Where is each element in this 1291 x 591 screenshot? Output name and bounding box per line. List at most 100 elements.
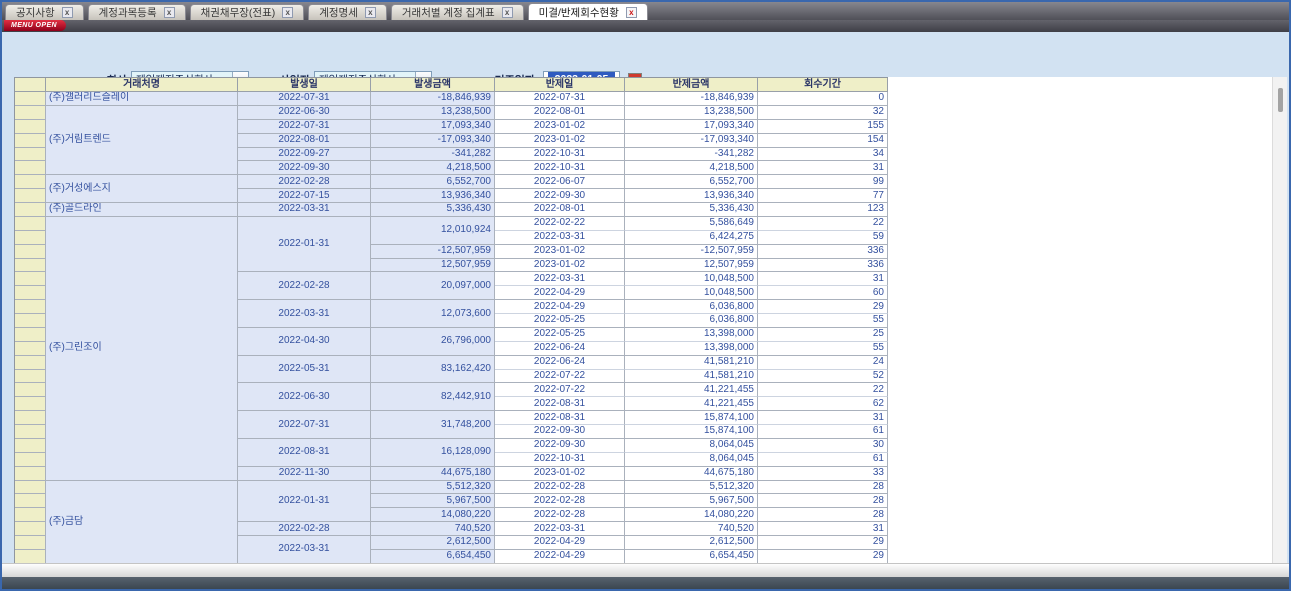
row-selector[interactable] [15,508,46,522]
cell-repay-amount[interactable]: 5,586,649 [625,217,758,231]
cell-issue-date[interactable]: 2022-01-31 [238,217,371,273]
cell-repay-amount[interactable]: 41,581,210 [625,370,758,384]
cell-repay-amount[interactable]: 6,654,450 [625,550,758,563]
cell-repay-date[interactable]: 2022-04-29 [495,300,625,314]
cell-issue-date[interactable]: 2022-06-30 [238,383,371,411]
cell-collection-days[interactable]: 28 [758,481,888,495]
row-selector[interactable] [15,453,46,467]
cell-issue-date[interactable]: 2022-06-30 [238,106,371,120]
cell-repay-date[interactable]: 2023-01-02 [495,259,625,273]
cell-repay-date[interactable]: 2023-01-02 [495,467,625,481]
cell-issue-amount[interactable]: 13,238,500 [371,106,495,120]
row-selector[interactable] [15,328,46,342]
cell-issue-date[interactable]: 2022-07-31 [238,411,371,439]
cell-issue-date[interactable]: 2022-09-30 [238,161,371,175]
cell-repay-amount[interactable]: -18,846,939 [625,92,758,106]
tab-5[interactable]: 거래처별 계정 집계표x [391,4,524,20]
cell-issue-amount[interactable]: 4,218,500 [371,161,495,175]
row-selector[interactable] [15,203,46,217]
cell-repay-amount[interactable]: 6,552,700 [625,175,758,189]
cell-customer[interactable]: (주)갤러리드슬레이 [46,92,238,106]
row-selector[interactable] [15,536,46,550]
cell-repay-date[interactable]: 2022-09-30 [495,425,625,439]
cell-repay-date[interactable]: 2022-08-31 [495,397,625,411]
cell-issue-amount[interactable]: -18,846,939 [371,92,495,106]
row-selector[interactable] [15,286,46,300]
row-selector[interactable] [15,189,46,203]
cell-repay-amount[interactable]: -341,282 [625,148,758,162]
cell-customer[interactable]: (주)금담 [46,481,238,564]
cell-repay-date[interactable]: 2022-06-07 [495,175,625,189]
cell-collection-days[interactable]: 31 [758,272,888,286]
tab-close-icon[interactable]: x [626,7,637,18]
cell-collection-days[interactable]: 336 [758,245,888,259]
cell-collection-days[interactable]: 61 [758,425,888,439]
cell-repay-amount[interactable]: 5,512,320 [625,481,758,495]
cell-repay-amount[interactable]: 13,936,340 [625,189,758,203]
cell-collection-days[interactable]: 77 [758,189,888,203]
cell-repay-amount[interactable]: 13,398,000 [625,342,758,356]
cell-collection-days[interactable]: 123 [758,203,888,217]
cell-issue-amount[interactable]: 13,936,340 [371,189,495,203]
row-selector[interactable] [15,245,46,259]
row-selector[interactable] [15,92,46,106]
row-selector[interactable] [15,370,46,384]
cell-repay-amount[interactable]: 15,874,100 [625,411,758,425]
row-selector[interactable] [15,259,46,273]
cell-repay-date[interactable]: 2022-02-28 [495,508,625,522]
cell-repay-amount[interactable]: 8,064,045 [625,439,758,453]
cell-repay-date[interactable]: 2022-09-30 [495,189,625,203]
cell-collection-days[interactable]: 155 [758,120,888,134]
cell-repay-amount[interactable]: 2,612,500 [625,536,758,550]
cell-repay-date[interactable]: 2022-07-31 [495,92,625,106]
cell-repay-date[interactable]: 2022-07-22 [495,383,625,397]
menu-open-button[interactable]: MENU OPEN [4,20,66,31]
cell-repay-amount[interactable]: 12,507,959 [625,259,758,273]
cell-repay-date[interactable]: 2022-08-01 [495,203,625,217]
tab-close-icon[interactable]: x [502,7,513,18]
cell-issue-date[interactable]: 2022-07-15 [238,189,371,203]
row-selector[interactable] [15,175,46,189]
cell-issue-amount[interactable]: 12,073,600 [371,300,495,328]
row-selector[interactable] [15,425,46,439]
cell-issue-date[interactable]: 2022-03-31 [238,536,371,563]
cell-issue-amount[interactable]: 26,796,000 [371,328,495,356]
cell-repay-date[interactable]: 2022-07-22 [495,370,625,384]
row-selector[interactable] [15,550,46,563]
cell-issue-amount[interactable]: 5,336,430 [371,203,495,217]
cell-repay-amount[interactable]: 6,036,800 [625,314,758,328]
cell-issue-date[interactable]: 2022-03-31 [238,300,371,328]
cell-repay-amount[interactable]: 41,581,210 [625,356,758,370]
cell-issue-date[interactable]: 2022-08-31 [238,439,371,467]
cell-issue-amount[interactable]: 44,675,180 [371,467,495,481]
cell-issue-amount[interactable]: 16,128,090 [371,439,495,467]
row-selector[interactable] [15,161,46,175]
cell-repay-date[interactable]: 2022-04-29 [495,286,625,300]
row-selector[interactable] [15,356,46,370]
cell-collection-days[interactable]: 24 [758,356,888,370]
cell-repay-date[interactable]: 2022-08-31 [495,411,625,425]
cell-repay-date[interactable]: 2022-05-25 [495,314,625,328]
row-selector[interactable] [15,481,46,495]
cell-issue-amount[interactable]: 83,162,420 [371,356,495,384]
cell-repay-amount[interactable]: 740,520 [625,522,758,536]
cell-issue-date[interactable]: 2022-01-31 [238,481,371,523]
cell-collection-days[interactable]: 25 [758,328,888,342]
horizontal-scroll-strip[interactable] [2,563,1289,577]
cell-collection-days[interactable]: 29 [758,536,888,550]
scrollbar-thumb[interactable] [1278,88,1283,112]
cell-collection-days[interactable]: 0 [758,92,888,106]
tab-3[interactable]: 채권채무장(전표)x [190,4,305,20]
cell-issue-date[interactable]: 2022-02-28 [238,175,371,189]
cell-repay-amount[interactable]: 13,398,000 [625,328,758,342]
cell-issue-amount[interactable]: 5,512,320 [371,481,495,495]
cell-repay-amount[interactable]: 15,874,100 [625,425,758,439]
cell-repay-amount[interactable]: 10,048,500 [625,286,758,300]
cell-issue-amount[interactable]: 31,748,200 [371,411,495,439]
cell-collection-days[interactable]: 55 [758,314,888,328]
cell-repay-amount[interactable]: 4,218,500 [625,161,758,175]
cell-collection-days[interactable]: 31 [758,161,888,175]
cell-issue-amount[interactable]: 6,654,450 [371,550,495,563]
cell-repay-date[interactable]: 2022-02-28 [495,494,625,508]
row-selector[interactable] [15,522,46,536]
